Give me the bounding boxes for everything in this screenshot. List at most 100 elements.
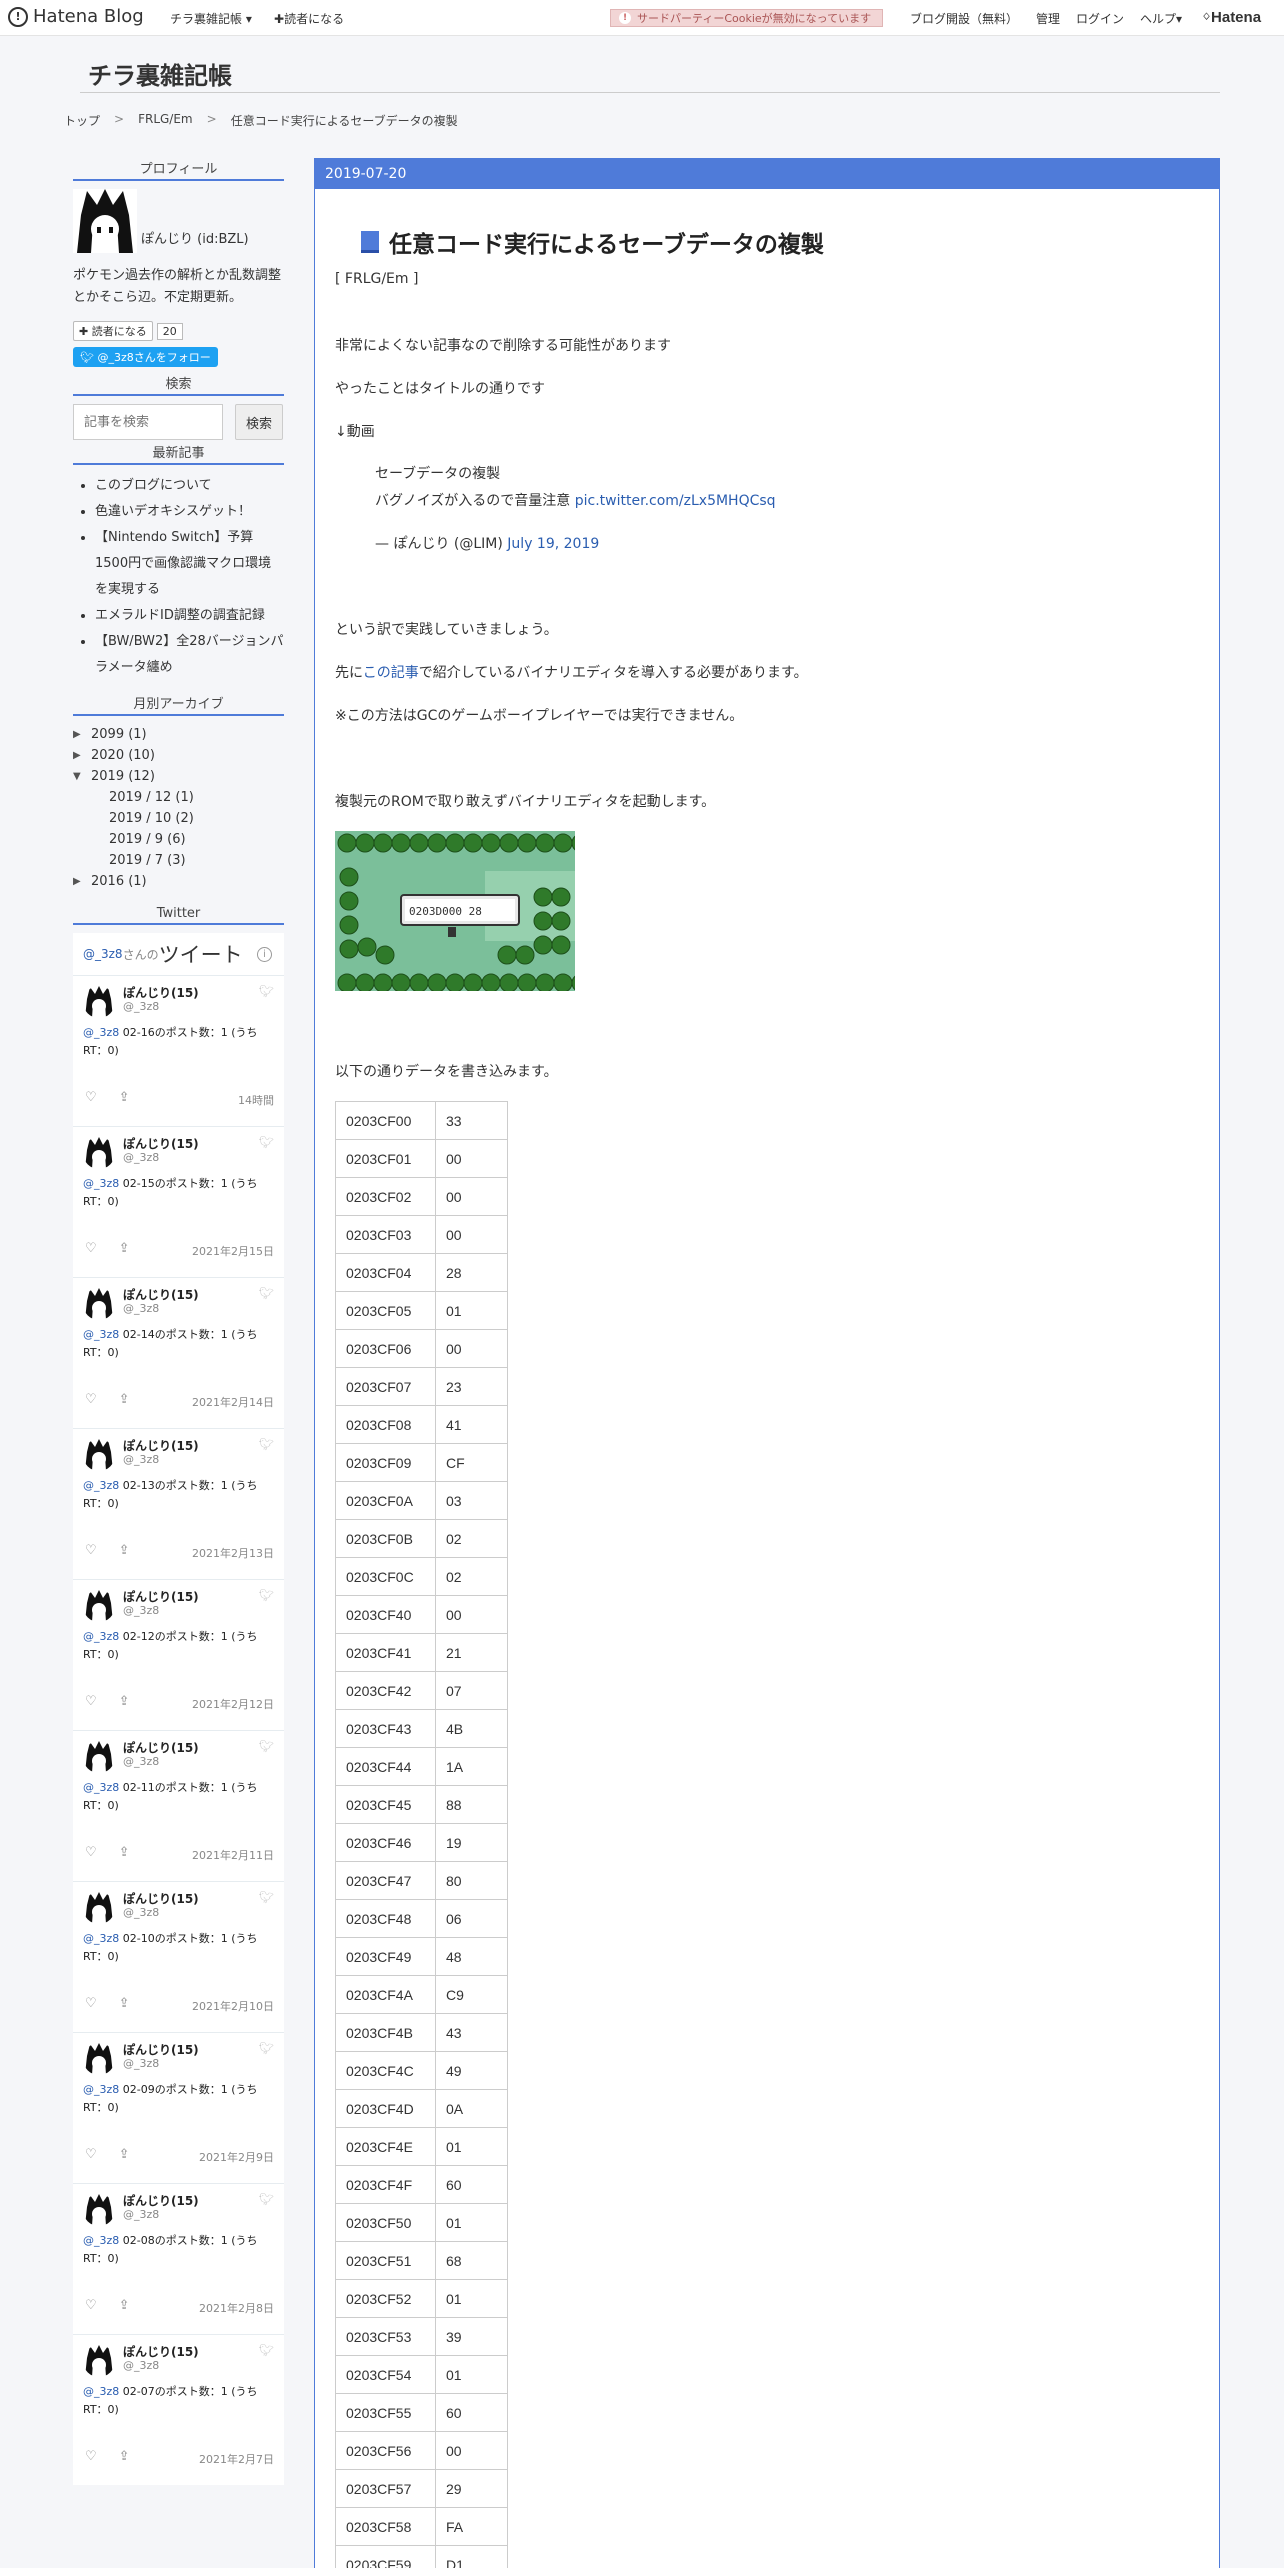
tweet[interactable]: ぽんじり(15) @_3z8 🐦︎ @_3z8 02-12のポスト数：1 (うちRT：… — [73, 1579, 284, 1730]
tweet-avatar[interactable] — [83, 1288, 115, 1320]
like-heart-icon[interactable]: ♡ — [85, 1845, 97, 1860]
login-link[interactable]: ログイン — [1076, 10, 1124, 27]
tweet-author-handle[interactable]: @_3z8 — [123, 1000, 159, 1013]
share-icon[interactable]: ⇪ — [119, 1694, 130, 1709]
archive-year[interactable]: ▶ 2020 (10) — [73, 745, 284, 766]
recent-post-item[interactable]: 色違いデオキシスゲット！ — [95, 499, 284, 525]
tweet-mention-link[interactable]: @_3z8 — [83, 1630, 119, 1643]
archive-year[interactable]: ▼ 2019 (12) — [73, 766, 284, 787]
tweet-avatar[interactable] — [83, 1590, 115, 1622]
admin-link[interactable]: 管理 — [1036, 10, 1060, 27]
tweet-date[interactable]: 2021年2月11日 — [192, 1847, 274, 1863]
collapse-triangle-icon[interactable]: ▼ — [73, 766, 85, 787]
tweet[interactable]: ぽんじり(15) @_3z8 🐦︎ @_3z8 02-10のポスト数：1 (うちRT：… — [73, 1881, 284, 2032]
tweet-author-name[interactable]: ぽんじり(15) — [123, 1739, 199, 1756]
search-button[interactable]: 検索 — [235, 404, 283, 440]
tweet-mention-link[interactable]: @_3z8 — [83, 1932, 119, 1945]
info-icon[interactable]: i — [257, 947, 272, 962]
like-heart-icon[interactable]: ♡ — [85, 1543, 97, 1558]
tweet-date[interactable]: 2021年2月10日 — [192, 1998, 274, 2014]
timeline-owner-link[interactable]: @_3z8 — [83, 947, 123, 961]
avatar[interactable] — [73, 189, 137, 253]
tweet-date[interactable]: 2021年2月8日 — [199, 2300, 274, 2316]
subscribe-button[interactable]: ✚ 読者になる — [73, 321, 153, 341]
tweet-mention-link[interactable]: @_3z8 — [83, 2385, 119, 2398]
tweet[interactable]: ぽんじり(15) @_3z8 🐦︎ @_3z8 02-11のポスト数：1 (うちRT：… — [73, 1730, 284, 1881]
tweet-author-handle[interactable]: @_3z8 — [123, 2208, 159, 2221]
tweet-author-handle[interactable]: @_3z8 — [123, 1906, 159, 1919]
twitter-bird-icon[interactable]: 🐦︎ — [259, 1739, 274, 1753]
tweet-author-handle[interactable]: @_3z8 — [123, 1151, 159, 1164]
recent-post-item[interactable]: 【Nintendo Switch】予算1500円で画像認識マクロ環境を実現する — [95, 525, 284, 603]
tweet-mention-link[interactable]: @_3z8 — [83, 1781, 119, 1794]
tweet-avatar[interactable] — [83, 1741, 115, 1773]
share-icon[interactable]: ⇪ — [119, 1845, 130, 1860]
tweet-author-name[interactable]: ぽんじり(15) — [123, 2343, 199, 2360]
like-heart-icon[interactable]: ♡ — [85, 1392, 97, 1407]
tweet-date[interactable]: 2021年2月15日 — [192, 1243, 274, 1259]
like-heart-icon[interactable]: ♡ — [85, 1996, 97, 2011]
expand-triangle-icon[interactable]: ▶ — [73, 724, 85, 745]
breadcrumb-top[interactable]: トップ — [64, 112, 100, 129]
tweet[interactable]: ぽんじり(15) @_3z8 🐦︎ @_3z8 02-16のポスト数：1 (うちRT：… — [73, 975, 284, 1126]
tweet-media-link[interactable]: pic.twitter.com/zLx5MHQCsq — [575, 493, 776, 509]
recent-post-item[interactable]: エメラルドID調整の調査記録 — [95, 603, 284, 629]
tweet-date[interactable]: 2021年2月9日 — [199, 2149, 274, 2165]
tweet-mention-link[interactable]: @_3z8 — [83, 2234, 119, 2247]
share-icon[interactable]: ⇪ — [119, 1996, 130, 2011]
tweet[interactable]: ぽんじり(15) @_3z8 🐦︎ @_3z8 02-13のポスト数：1 (うちRT：… — [73, 1428, 284, 1579]
archive-month[interactable]: 2019 / 10 (2) — [73, 808, 284, 829]
tweet-avatar[interactable] — [83, 2194, 115, 2226]
breadcrumb-category[interactable]: FRLG/Em — [138, 112, 193, 129]
recent-post-item[interactable]: 【BW/BW2】全28バージョンパラメータ纏め — [95, 629, 284, 681]
tweet-author-name[interactable]: ぽんじり(15) — [123, 1890, 199, 1907]
tweet[interactable]: ぽんじり(15) @_3z8 🐦︎ @_3z8 02-15のポスト数：1 (うちRT：… — [73, 1126, 284, 1277]
like-heart-icon[interactable]: ♡ — [85, 1090, 97, 1105]
open-blog-link[interactable]: ブログ開設（無料） — [910, 10, 1018, 27]
tweet-mention-link[interactable]: @_3z8 — [83, 1328, 119, 1341]
share-icon[interactable]: ⇪ — [119, 1090, 130, 1105]
tweet-mention-link[interactable]: @_3z8 — [83, 1479, 119, 1492]
twitter-bird-icon[interactable]: 🐦︎ — [259, 1437, 274, 1451]
help-dropdown[interactable]: ヘルプ▾ — [1140, 10, 1182, 27]
tweet[interactable]: ぽんじり(15) @_3z8 🐦︎ @_3z8 02-14のポスト数：1 (うちRT：… — [73, 1277, 284, 1428]
archive-month[interactable]: 2019 / 7 (3) — [73, 850, 284, 871]
expand-triangle-icon[interactable]: ▶ — [73, 871, 85, 892]
twitter-bird-icon[interactable]: 🐦︎ — [259, 2343, 274, 2357]
profile-name[interactable]: ぽんじり (id:BZL) — [141, 228, 249, 247]
tweet-date[interactable]: 2021年2月12日 — [192, 1696, 274, 1712]
tweet[interactable]: ぽんじり(15) @_3z8 🐦︎ @_3z8 02-07のポスト数：1 (うちRT：… — [73, 2334, 284, 2485]
twitter-bird-icon[interactable]: 🐦︎ — [259, 1135, 274, 1149]
tweet-avatar[interactable] — [83, 1892, 115, 1924]
share-icon[interactable]: ⇪ — [119, 2449, 130, 2464]
tweet-author-handle[interactable]: @_3z8 — [123, 2359, 159, 2372]
tweet-avatar[interactable] — [83, 1439, 115, 1471]
tweet-author-name[interactable]: ぽんじり(15) — [123, 1135, 199, 1152]
twitter-follow-button[interactable]: 🐦︎ @_3z8さんをフォロー — [73, 347, 218, 367]
article-date[interactable]: 2019-07-20 — [325, 166, 406, 182]
like-heart-icon[interactable]: ♡ — [85, 1694, 97, 1709]
twitter-bird-icon[interactable]: 🐦︎ — [259, 1890, 274, 1904]
hatena-logo[interactable]: ᛜHatena — [1202, 9, 1261, 26]
tweet-date[interactable]: 2021年2月7日 — [199, 2451, 274, 2467]
tweet-author-handle[interactable]: @_3z8 — [123, 1302, 159, 1315]
tweet-date[interactable]: 2021年2月13日 — [192, 1545, 274, 1561]
subscribe-link[interactable]: ✚読者になる — [274, 10, 344, 27]
archive-year[interactable]: ▶ 2099 (1) — [73, 724, 284, 745]
tweet-avatar[interactable] — [83, 2345, 115, 2377]
tweet-mention-link[interactable]: @_3z8 — [83, 1026, 119, 1039]
tweet-date[interactable]: 2021年2月14日 — [192, 1394, 274, 1410]
recent-post-item[interactable]: このブログについて — [95, 473, 284, 499]
twitter-bird-icon[interactable]: 🐦︎ — [259, 2041, 274, 2055]
archive-month[interactable]: 2019 / 12 (1) — [73, 787, 284, 808]
tweet-author-name[interactable]: ぽんじり(15) — [123, 2192, 199, 2209]
twitter-bird-icon[interactable]: 🐦︎ — [259, 984, 274, 998]
like-heart-icon[interactable]: ♡ — [85, 2147, 97, 2162]
blog-menu-dropdown[interactable]: チラ裏雑記帳 ▾ — [170, 10, 252, 27]
tweet-author-name[interactable]: ぽんじり(15) — [123, 1437, 199, 1454]
twitter-bird-icon[interactable]: 🐦︎ — [259, 1588, 274, 1602]
tweet[interactable]: ぽんじり(15) @_3z8 🐦︎ @_3z8 02-08のポスト数：1 (うちRT：… — [73, 2183, 284, 2334]
subscriber-count[interactable]: 20 — [156, 322, 183, 340]
hatena-blog-logo[interactable]: ! Hatena Blog — [8, 6, 144, 27]
tweet-avatar[interactable] — [83, 1137, 115, 1169]
